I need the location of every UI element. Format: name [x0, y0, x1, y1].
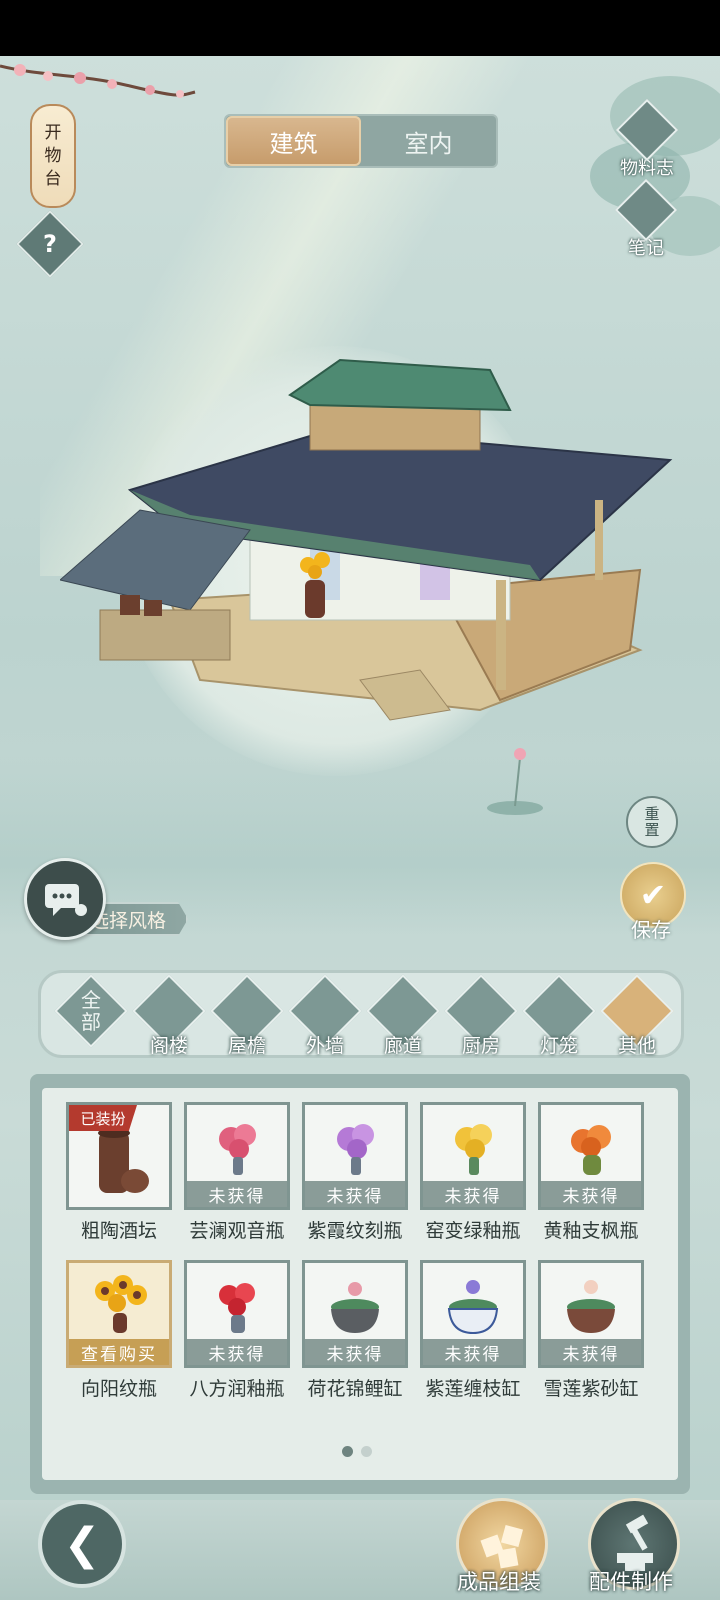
- chat-button[interactable]: [24, 858, 106, 940]
- item-card[interactable]: 查看购买 向阳纹瓶: [66, 1260, 172, 1420]
- item-thumbnail: 未获得: [184, 1260, 290, 1368]
- category-all-char: 部: [81, 1010, 101, 1034]
- item-card[interactable]: 未获得 窑变绿釉瓶: [420, 1102, 526, 1262]
- item-card[interactable]: 未获得 八方润釉瓶: [184, 1260, 290, 1420]
- category-all-char: 全: [81, 988, 101, 1012]
- item-thumbnail: 未获得: [538, 1102, 644, 1210]
- category-pavilion[interactable]: 阁楼: [132, 974, 206, 1057]
- lantern-char: 台: [44, 168, 62, 189]
- lotus-bowl-icon: [447, 1280, 499, 1335]
- materials-button[interactable]: 物料志: [615, 98, 679, 180]
- category-eave[interactable]: 屋檐: [210, 974, 284, 1057]
- check-icon: ✔: [639, 876, 667, 914]
- craft-label: 配件制作: [589, 1570, 673, 1594]
- category-label: 厨房: [461, 1035, 500, 1057]
- save-label: 保存: [631, 918, 671, 942]
- page-indicator: [342, 1446, 372, 1457]
- reset-char: 置: [644, 821, 660, 839]
- flower-vase-icon: [571, 1125, 611, 1175]
- book-icon: [615, 98, 679, 162]
- workbench-lantern-sign[interactable]: 开 物 台: [30, 104, 76, 208]
- view-purchase-button[interactable]: 查看购买: [69, 1339, 169, 1365]
- item-card[interactable]: 未获得 紫霞纹刻瓶: [302, 1102, 408, 1262]
- item-name: 紫莲缠枝缸: [425, 1378, 521, 1400]
- item-name: 紫霞纹刻瓶: [307, 1220, 403, 1242]
- item-card[interactable]: 未获得 黄釉支枫瓶: [538, 1102, 644, 1262]
- view-tabs: 建筑 室内: [224, 114, 498, 168]
- items-grid: 已装扮 粗陶酒坛 未获得 芸澜观音瓶 未获得 紫霞纹刻瓶 未获得 窑变绿釉瓶 未…: [42, 1088, 678, 1480]
- item-status: 未获得: [423, 1339, 523, 1365]
- category-label: 其他: [617, 1035, 656, 1057]
- item-name: 黄釉支枫瓶: [543, 1220, 639, 1242]
- item-thumbnail: 未获得: [302, 1102, 408, 1210]
- back-arrow-icon: ❮: [63, 1518, 101, 1570]
- flower-vase-icon: [219, 1124, 256, 1175]
- sunflower-vase-icon: [95, 1275, 147, 1333]
- flower-vase-icon: [337, 1124, 374, 1175]
- lotus-decoration: [487, 748, 543, 815]
- category-label: 廊道: [383, 1035, 422, 1057]
- item-name: 向阳纹瓶: [80, 1378, 157, 1400]
- item-thumbnail: 未获得: [538, 1260, 644, 1368]
- notebook-icon: [614, 178, 678, 242]
- item-thumbnail: 已装扮: [66, 1102, 172, 1210]
- category-corridor[interactable]: 廊道: [366, 974, 440, 1057]
- item-status: 未获得: [187, 1339, 287, 1365]
- page-dot[interactable]: [361, 1446, 372, 1457]
- item-card[interactable]: 未获得 雪莲紫砂缸: [538, 1260, 644, 1420]
- item-thumbnail: 未获得: [420, 1260, 526, 1368]
- flower-vase-icon: [219, 1283, 255, 1333]
- building-model: [60, 358, 673, 721]
- flower-vase-icon: [455, 1124, 492, 1175]
- item-status: 未获得: [187, 1181, 287, 1207]
- category-label: 屋檐: [227, 1035, 266, 1057]
- item-name: 雪莲紫砂缸: [543, 1378, 639, 1400]
- item-name: 粗陶酒坛: [80, 1220, 157, 1242]
- category-kitchen[interactable]: 厨房: [444, 974, 518, 1057]
- back-button[interactable]: ❮: [38, 1500, 126, 1588]
- category-label: 灯笼: [539, 1035, 578, 1057]
- item-name: 窑变绿釉瓶: [425, 1220, 521, 1242]
- item-status: 未获得: [541, 1181, 641, 1207]
- tab-interior[interactable]: 室内: [361, 116, 496, 166]
- help-icon: ?: [43, 230, 57, 258]
- item-card[interactable]: 未获得 芸澜观音瓶: [184, 1102, 290, 1262]
- lantern-char: 物: [44, 145, 62, 166]
- item-thumbnail: 未获得: [184, 1102, 290, 1210]
- item-name: 八方润釉瓶: [189, 1378, 285, 1400]
- notes-button[interactable]: 笔记: [614, 178, 678, 260]
- item-status: 未获得: [541, 1339, 641, 1365]
- item-name: 荷花锦鲤缸: [307, 1378, 403, 1400]
- chat-icon: [45, 884, 87, 916]
- category-other[interactable]: 其他: [600, 974, 674, 1057]
- item-status: 未获得: [305, 1339, 405, 1365]
- item-card[interactable]: 未获得 荷花锦鲤缸: [302, 1260, 408, 1420]
- item-status: 未获得: [423, 1181, 523, 1207]
- page-dot-active[interactable]: [342, 1446, 353, 1457]
- plum-blossom-decoration: [0, 64, 196, 98]
- status-bar: [0, 0, 720, 56]
- items-panel: 已装扮 粗陶酒坛 未获得 芸澜观音瓶 未获得 紫霞纹刻瓶 未获得 窑变绿釉瓶 未…: [30, 1074, 690, 1494]
- lantern-char: 开: [44, 122, 62, 143]
- category-bar: 全部 阁楼 屋檐 外墙 廊道 厨房 灯笼 其他: [38, 970, 684, 1058]
- reset-button[interactable]: 重置: [626, 796, 678, 848]
- lotus-bowl-icon: [331, 1282, 379, 1333]
- tab-building[interactable]: 建筑: [226, 116, 361, 166]
- assemble-label: 成品组装: [457, 1570, 541, 1594]
- item-card[interactable]: 已装扮 粗陶酒坛: [66, 1102, 172, 1262]
- category-wall[interactable]: 外墙: [288, 974, 362, 1057]
- item-card[interactable]: 未获得 紫莲缠枝缸: [420, 1260, 526, 1420]
- item-name: 芸澜观音瓶: [189, 1220, 285, 1242]
- category-label: 阁楼: [149, 1035, 188, 1057]
- item-thumbnail: 未获得: [302, 1260, 408, 1368]
- category-lantern[interactable]: 灯笼: [522, 974, 596, 1057]
- lotus-bowl-icon: [567, 1280, 615, 1333]
- item-thumbnail: 未获得: [420, 1102, 526, 1210]
- item-status: 未获得: [305, 1181, 405, 1207]
- category-label: 外墙: [305, 1035, 344, 1057]
- category-all[interactable]: 全部: [54, 974, 128, 1055]
- equipped-badge: 已装扮: [69, 1105, 137, 1131]
- item-thumbnail: 查看购买: [66, 1260, 172, 1368]
